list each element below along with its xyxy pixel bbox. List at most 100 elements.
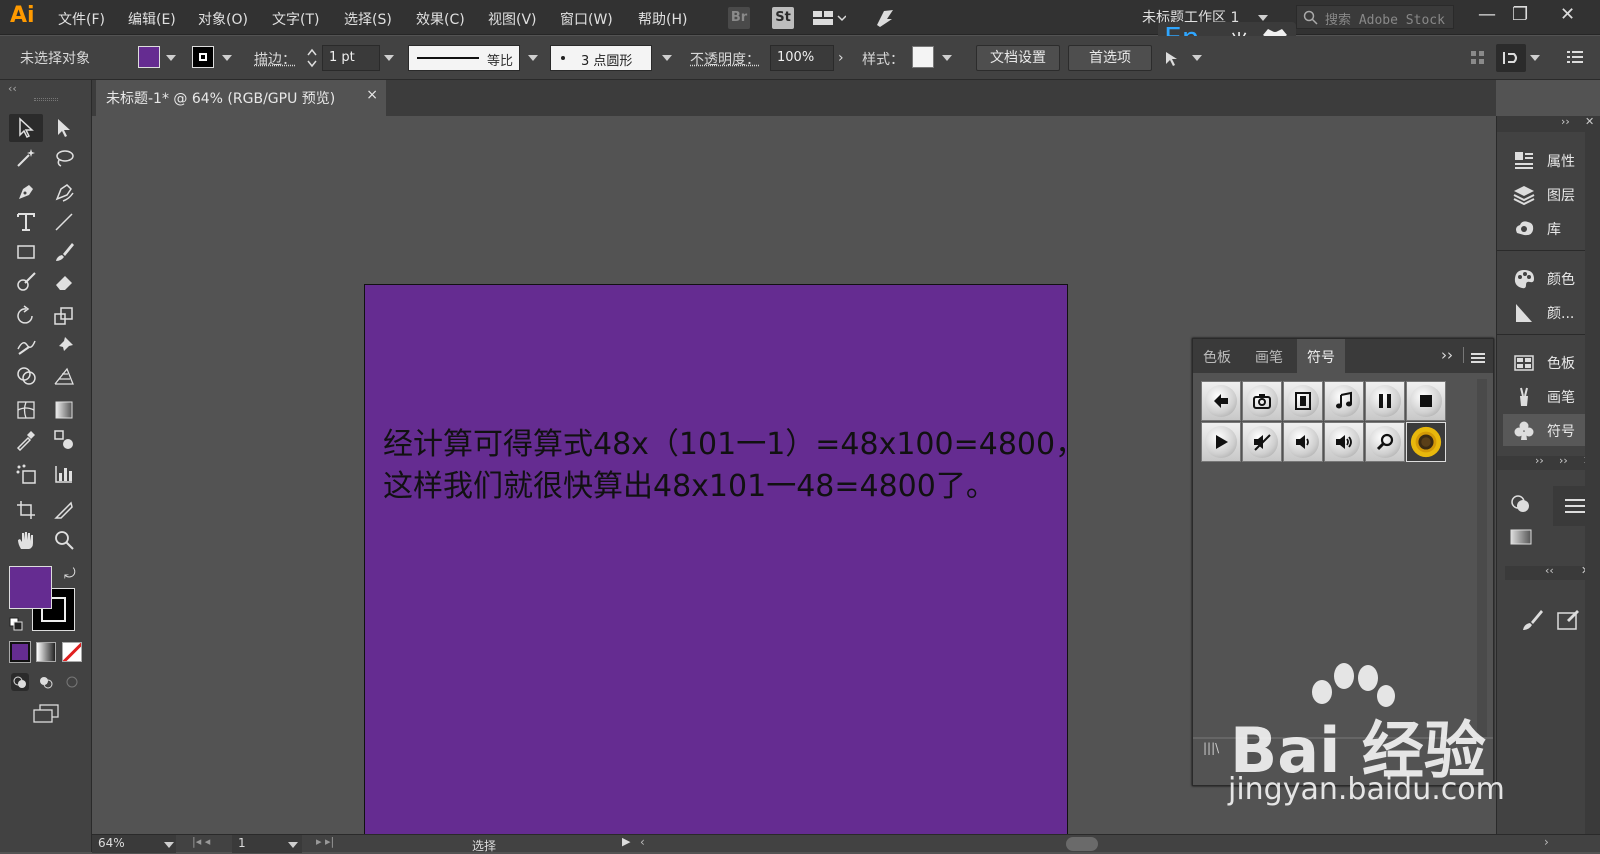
restore-icon[interactable]: ❐ <box>1512 4 1528 25</box>
transform-toggle[interactable] <box>1496 44 1526 72</box>
gradient-panel-icon[interactable] <box>1509 526 1533 548</box>
dock-scrollbar[interactable] <box>1585 132 1600 836</box>
variable-width-profile[interactable]: 等比 <box>408 45 520 71</box>
opacity-arrow-icon[interactable]: › <box>838 50 844 66</box>
stock-button[interactable]: St <box>772 7 794 29</box>
menu-view[interactable]: 视图(V) <box>488 9 537 29</box>
dock-group2-expand2-icon[interactable]: ›› <box>1559 454 1568 467</box>
menu-help[interactable]: 帮助(H) <box>638 9 687 29</box>
stroke-color-swatch[interactable] <box>192 46 214 68</box>
transform-dropdown-icon[interactable] <box>1530 55 1540 61</box>
symbol-camera[interactable] <box>1242 381 1282 421</box>
dock-close-icon[interactable]: ✕ <box>1585 115 1594 128</box>
symbol-stop[interactable] <box>1406 381 1446 421</box>
type-tool[interactable] <box>9 208 43 236</box>
brush-dropdown-icon[interactable] <box>662 55 672 61</box>
selection-tool[interactable] <box>9 114 43 142</box>
opacity-label[interactable]: 不透明度： <box>690 49 760 69</box>
fill-swatch-large[interactable] <box>9 566 52 609</box>
paintbrush-panel-icon[interactable] <box>1519 608 1545 632</box>
collapse-toolbar-icon[interactable]: ‹‹ <box>8 82 17 95</box>
dock-item-symbols[interactable]: 符号 <box>1503 414 1595 446</box>
paintbrush-tool[interactable] <box>47 238 81 266</box>
rotate-tool[interactable] <box>9 302 43 330</box>
curvature-tool[interactable] <box>47 178 81 206</box>
gpu-performance-icon[interactable] <box>874 7 896 29</box>
symbol-pause[interactable] <box>1365 381 1405 421</box>
artboard[interactable]: 经计算可得算式48x（101一1）=48x100=4800， 这样我们就很快算出… <box>364 284 1085 836</box>
dock-group3-collapse-icon[interactable]: ‹‹ <box>1545 564 1554 577</box>
artboard-text-line-2[interactable]: 这样我们就很快算出48x101一48=4800了。 <box>383 461 996 505</box>
zoom-dropdown-icon[interactable] <box>164 842 174 848</box>
dock-item-properties[interactable]: 属性 <box>1503 144 1595 176</box>
perspective-grid-tool[interactable] <box>47 362 81 390</box>
tab-symbols[interactable]: 符号 <box>1297 339 1345 373</box>
scroll-right-icon[interactable]: › <box>1544 835 1549 849</box>
symbol-sprayer-tool[interactable] <box>9 460 43 488</box>
document-tab[interactable]: 未标题-1* @ 64% (RGB/GPU 预览) × <box>96 80 386 116</box>
none-mode-button[interactable] <box>62 642 82 662</box>
minimize-icon[interactable]: — <box>1478 4 1496 25</box>
close-window-icon[interactable]: ✕ <box>1560 4 1575 25</box>
current-tool-status[interactable]: 选择 <box>472 837 496 854</box>
gradient-tool[interactable] <box>47 396 81 424</box>
menu-type[interactable]: 文字(T) <box>272 9 319 29</box>
shape-builder-tool[interactable] <box>9 362 43 390</box>
select-similar-dropdown-icon[interactable] <box>1192 55 1202 61</box>
panel-expand-icon[interactable]: ›› <box>1441 346 1453 364</box>
slice-tool[interactable] <box>47 496 81 524</box>
control-bar-menu-icon[interactable] <box>1566 48 1584 66</box>
symbol-film[interactable] <box>1283 381 1323 421</box>
preferences-button[interactable]: 首选项 <box>1068 45 1152 71</box>
brush-options-icon[interactable] <box>1555 608 1581 632</box>
artboard-dropdown-icon[interactable] <box>288 842 298 848</box>
stroke-dropdown-icon[interactable] <box>222 55 232 61</box>
toolbar-grip[interactable] <box>34 98 58 101</box>
symbol-volume-low[interactable] <box>1283 422 1323 462</box>
artboard-tool[interactable] <box>9 496 43 524</box>
status-menu-arrow-icon[interactable]: ▶ <box>622 835 630 848</box>
dock-item-libraries[interactable]: 库 <box>1503 212 1595 244</box>
zoom-tool[interactable] <box>47 526 81 554</box>
document-setup-button[interactable]: 文档设置 <box>976 45 1060 71</box>
arrange-documents-icon[interactable] <box>812 10 847 26</box>
line-segment-tool[interactable] <box>47 208 81 236</box>
warp-tool[interactable] <box>9 332 43 360</box>
symbol-back-arrow[interactable] <box>1201 381 1241 421</box>
menu-select[interactable]: 选择(S) <box>344 9 392 29</box>
next-artboard-icon[interactable]: ▸ ▸| <box>316 835 334 848</box>
appearance-icon[interactable] <box>1509 492 1533 516</box>
direct-selection-tool[interactable] <box>47 114 81 142</box>
close-document-icon[interactable]: × <box>366 87 378 103</box>
artboard-text-line-1[interactable]: 经计算可得算式48x（101一1）=48x100=4800， <box>383 419 1085 463</box>
dock-item-swatches[interactable]: 色板 <box>1503 346 1595 378</box>
profile-dropdown-icon[interactable] <box>528 55 538 61</box>
stroke-weight-field[interactable]: 1 pt <box>322 45 380 71</box>
menu-file[interactable]: 文件(F) <box>58 9 105 29</box>
color-mode-button[interactable] <box>9 641 31 663</box>
shaper-tool[interactable] <box>9 268 43 296</box>
dock-item-color-guide[interactable]: 颜... <box>1503 296 1595 328</box>
fill-dropdown-icon[interactable] <box>166 55 176 61</box>
panel-menu-icon[interactable] <box>1471 349 1485 363</box>
symbol-volume-high[interactable] <box>1324 422 1364 462</box>
screen-mode-icon[interactable] <box>32 704 60 724</box>
draw-normal-icon[interactable] <box>10 672 30 692</box>
dock-item-layers[interactable]: 图层 <box>1503 178 1595 210</box>
swap-fill-stroke-icon[interactable]: ⤾ <box>64 566 76 582</box>
menu-object[interactable]: 对象(O) <box>198 9 248 29</box>
symbol-play[interactable] <box>1201 422 1241 462</box>
menu-edit[interactable]: 编辑(E) <box>128 9 176 29</box>
opacity-field[interactable]: 100% <box>770 45 834 71</box>
workspace-dropdown-icon[interactable] <box>1258 15 1268 21</box>
symbol-mute[interactable] <box>1242 422 1282 462</box>
stroke-weight-dropdown-icon[interactable] <box>384 55 394 61</box>
dock-item-brushes[interactable]: 画笔 <box>1503 380 1595 412</box>
first-artboard-icon[interactable]: |◂ ◂ <box>192 835 210 848</box>
pen-tool[interactable] <box>9 178 43 206</box>
draw-inside-icon[interactable] <box>62 672 82 692</box>
dock-expand-icon[interactable]: ›› <box>1561 115 1570 128</box>
eyedropper-tool[interactable] <box>9 426 43 454</box>
style-dropdown-icon[interactable] <box>942 55 952 61</box>
bridge-button[interactable]: Br <box>728 7 750 29</box>
